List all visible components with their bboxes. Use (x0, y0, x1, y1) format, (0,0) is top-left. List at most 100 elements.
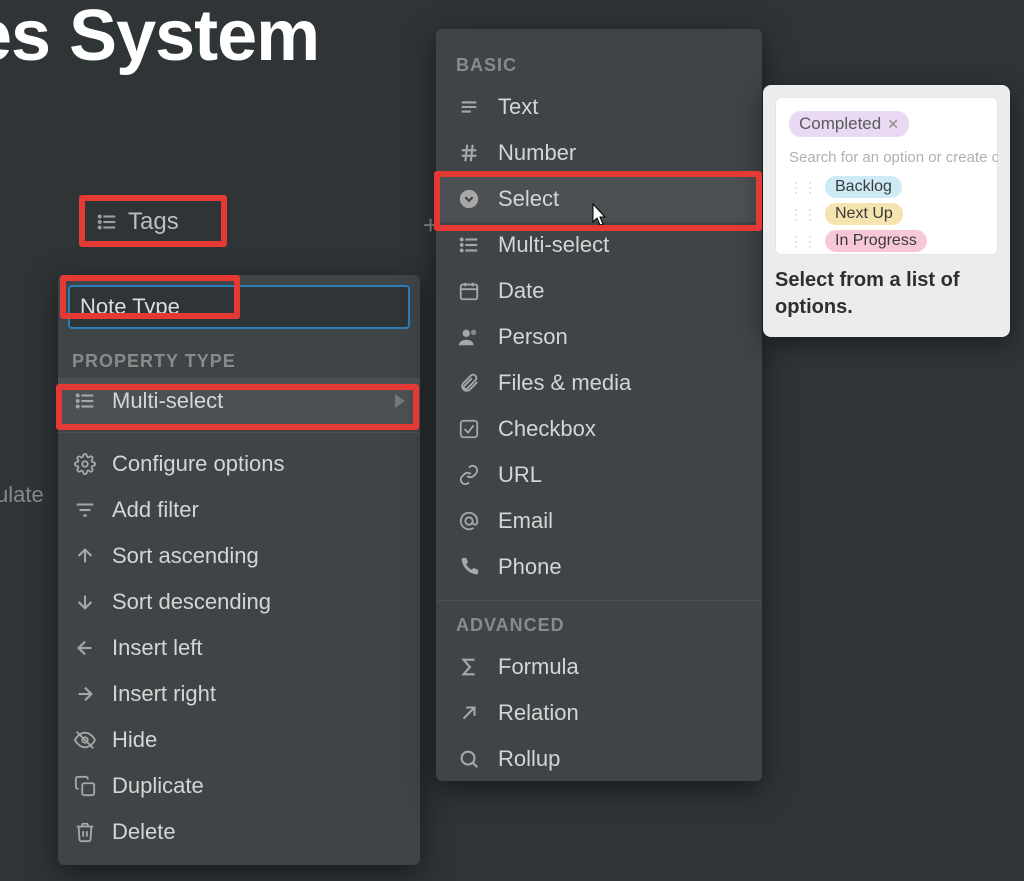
column-header-label: Tags (128, 208, 179, 236)
type-date[interactable]: Date (436, 268, 762, 314)
type-label: Text (498, 94, 538, 120)
preview-option: ⋮⋮ In Progress (789, 230, 990, 252)
grip-icon: ⋮⋮ (789, 206, 817, 223)
menu-label: Sort ascending (112, 543, 259, 569)
preview-selected-tag: Completed ✕ (789, 111, 909, 137)
type-label: Formula (498, 654, 579, 680)
arrow-up-right-icon (456, 702, 482, 724)
section-label-property-type: PROPERTY TYPE (72, 351, 406, 372)
type-phone[interactable]: Phone (436, 544, 762, 590)
type-url[interactable]: URL (436, 452, 762, 498)
type-label: URL (498, 462, 542, 488)
list-icon (96, 211, 118, 233)
type-label: Rollup (498, 746, 560, 772)
preview-option: ⋮⋮ Backlog (789, 176, 990, 198)
column-menu: PROPERTY TYPE Multi-select Configure opt… (58, 275, 420, 865)
type-formula[interactable]: Formula (436, 644, 762, 690)
chevron-right-icon (394, 394, 406, 408)
trash-icon (72, 821, 98, 843)
type-select[interactable]: Select (436, 176, 762, 222)
menu-sort-ascending[interactable]: Sort ascending (58, 533, 420, 579)
chevron-down-circle-icon (456, 188, 482, 210)
type-person[interactable]: Person (436, 314, 762, 360)
menu-duplicate[interactable]: Duplicate (58, 763, 420, 809)
calendar-icon (456, 280, 482, 302)
type-label: Number (498, 140, 576, 166)
preview-option-label: Next Up (825, 203, 903, 225)
close-icon: ✕ (887, 116, 899, 133)
text-icon (456, 96, 482, 118)
type-email[interactable]: Email (436, 498, 762, 544)
type-number[interactable]: Number (436, 130, 762, 176)
preview-option: ⋮⋮ Next Up (789, 203, 990, 225)
divider (436, 600, 762, 601)
eye-off-icon (72, 729, 98, 751)
menu-insert-left[interactable]: Insert left (58, 625, 420, 671)
type-label: Phone (498, 554, 562, 580)
type-preview: Completed ✕ Search for an option or crea… (775, 97, 998, 255)
type-relation[interactable]: Relation (436, 690, 762, 736)
type-rollup[interactable]: Rollup (436, 736, 762, 781)
arrow-down-icon (72, 591, 98, 613)
type-label: Email (498, 508, 553, 534)
sigma-icon (456, 656, 482, 678)
arrow-left-icon (72, 637, 98, 659)
property-type-current[interactable]: Multi-select (58, 378, 420, 424)
menu-hide[interactable]: Hide (58, 717, 420, 763)
menu-insert-right[interactable]: Insert right (58, 671, 420, 717)
type-checkbox[interactable]: Checkbox (436, 406, 762, 452)
truncated-text: ulate (0, 482, 44, 508)
preview-option-label: Backlog (825, 176, 902, 198)
grip-icon: ⋮⋮ (789, 233, 817, 250)
menu-delete[interactable]: Delete (58, 809, 420, 855)
type-multiselect[interactable]: Multi-select (436, 222, 762, 268)
gear-icon (72, 453, 98, 475)
hash-icon (456, 142, 482, 164)
menu-sort-descending[interactable]: Sort descending (58, 579, 420, 625)
menu-label: Insert left (112, 635, 202, 661)
type-label: Multi-select (498, 232, 609, 258)
arrow-up-icon (72, 545, 98, 567)
menu-label: Duplicate (112, 773, 204, 799)
menu-label: Configure options (112, 451, 284, 477)
menu-label: Add filter (112, 497, 199, 523)
phone-icon (456, 556, 482, 578)
at-icon (456, 510, 482, 532)
menu-label: Delete (112, 819, 176, 845)
type-label: Date (498, 278, 544, 304)
property-type-menu: BASIC Text Number Select Multi-select Da… (436, 29, 762, 781)
section-label-advanced: ADVANCED (456, 615, 742, 636)
preview-option-label: In Progress (825, 230, 927, 252)
filter-icon (72, 499, 98, 521)
copy-icon (72, 775, 98, 797)
column-header-tags[interactable]: Tags (90, 206, 185, 238)
type-tooltip-description: Select from a list of options. (775, 267, 998, 321)
preview-tag-label: Completed (799, 114, 881, 134)
list-icon (456, 234, 482, 256)
section-label-basic: BASIC (456, 55, 742, 76)
type-label: Files & media (498, 370, 631, 396)
checkbox-icon (456, 418, 482, 440)
page-title: Notes System (0, 0, 319, 77)
person-icon (456, 326, 482, 348)
type-tooltip: Completed ✕ Search for an option or crea… (763, 85, 1010, 337)
menu-label: Insert right (112, 681, 216, 707)
property-name-input[interactable] (68, 285, 410, 329)
menu-label: Hide (112, 727, 157, 753)
property-type-current-label: Multi-select (112, 388, 223, 414)
type-label: Person (498, 324, 568, 350)
menu-configure-options[interactable]: Configure options (58, 441, 420, 487)
menu-add-filter[interactable]: Add filter (58, 487, 420, 533)
menu-label: Sort descending (112, 589, 271, 615)
preview-search-placeholder: Search for an option or create on (789, 149, 990, 166)
link-icon (456, 464, 482, 486)
divider (58, 432, 420, 433)
type-label: Relation (498, 700, 579, 726)
type-files[interactable]: Files & media (436, 360, 762, 406)
paperclip-icon (456, 372, 482, 394)
type-label: Select (498, 186, 559, 212)
type-text[interactable]: Text (436, 84, 762, 130)
grip-icon: ⋮⋮ (789, 179, 817, 196)
type-label: Checkbox (498, 416, 596, 442)
arrow-right-icon (72, 683, 98, 705)
